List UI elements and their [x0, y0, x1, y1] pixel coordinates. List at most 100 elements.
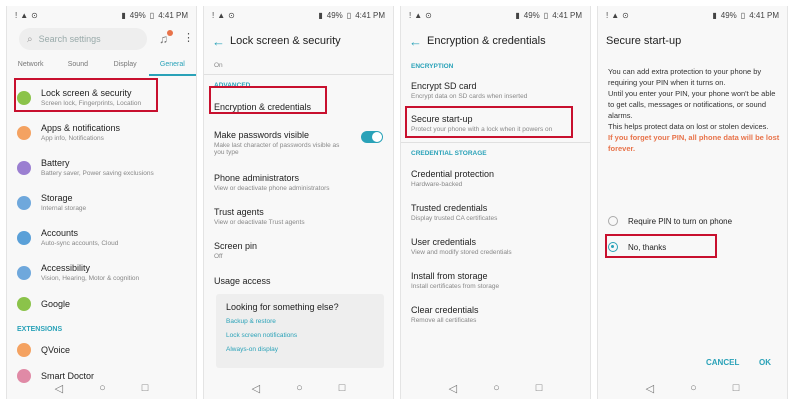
- item-subtitle: View or deactivate Trust agents: [214, 218, 305, 226]
- tab-sound[interactable]: Sound: [54, 58, 101, 76]
- lock-screen-security-screen: ! ▲ ⊙ ▮ 49% ▯ 4:41 PM ← Lock screen & se…: [203, 6, 394, 399]
- search-input[interactable]: ⌕ Search settings: [19, 28, 147, 50]
- cancel-button[interactable]: CANCEL: [706, 358, 739, 367]
- signal-icon: ▮: [712, 10, 717, 20]
- highlight-lock-screen: [14, 78, 158, 112]
- sync-icon: ⊙: [622, 10, 629, 20]
- apps-icon: [17, 125, 31, 140]
- radio-button[interactable]: [608, 216, 618, 226]
- settings-list: Lock screen & security Screen lock, Finge…: [7, 80, 196, 389]
- battery-level: 49%: [129, 10, 146, 20]
- item-title: Apps & notifications: [41, 123, 121, 133]
- nav-bar: ◁ ○ □: [598, 377, 787, 399]
- back-icon[interactable]: ◁: [449, 382, 457, 395]
- item-subtitle: Display trusted CA certificates: [411, 214, 498, 222]
- tab-network[interactable]: Network: [7, 58, 54, 76]
- tab-general[interactable]: General: [148, 58, 196, 76]
- item-subtitle: Vision, Hearing, Motor & cognition: [41, 275, 140, 282]
- item-subtitle: Auto-sync accounts, Cloud: [41, 240, 119, 247]
- back-icon[interactable]: ◁: [646, 382, 654, 395]
- alert-icon: !: [606, 10, 609, 20]
- warning-text: If you forget your PIN, all phone data w…: [608, 133, 780, 153]
- storage-icon: [17, 195, 31, 210]
- item-title: Usage access: [214, 276, 271, 286]
- home-icon[interactable]: ○: [493, 382, 500, 394]
- item-title: User credentials: [411, 236, 477, 247]
- trust-agents-item[interactable]: Trust agents View or deactivate Trust ag…: [204, 199, 393, 233]
- settings-item-storage[interactable]: Storage Internal storage: [7, 185, 196, 220]
- signal-icon: ▮: [318, 10, 323, 20]
- battery-level: 49%: [326, 10, 343, 20]
- home-icon[interactable]: ○: [99, 382, 106, 394]
- recents-icon[interactable]: □: [733, 382, 740, 394]
- item-title: Google: [41, 299, 71, 309]
- dialog-buttons: CANCEL OK: [598, 358, 787, 374]
- status-text: On: [214, 61, 223, 69]
- install-from-storage-item[interactable]: Install from storage Install certificate…: [401, 263, 590, 297]
- clear-credentials-item[interactable]: Clear credentials Remove all certificate…: [401, 297, 590, 331]
- user-credentials-item[interactable]: User credentials View and modify stored …: [401, 229, 590, 263]
- credential-protection-item[interactable]: Credential protection Hardware-backed: [401, 161, 590, 195]
- item-title: Accounts: [41, 228, 79, 238]
- back-icon[interactable]: ◁: [55, 382, 63, 395]
- warning-icon: ▲: [217, 10, 226, 20]
- passwords-visible-toggle[interactable]: [361, 131, 383, 143]
- tab-display[interactable]: Display: [102, 58, 149, 76]
- qvoice-icon: [17, 343, 31, 357]
- recents-icon[interactable]: □: [142, 382, 149, 394]
- screen-pin-item[interactable]: Screen pin Off: [204, 233, 393, 267]
- app-bar: Secure start-up: [598, 26, 787, 56]
- lock-screen-notifications-link[interactable]: Lock screen notifications: [226, 332, 374, 339]
- battery-icon: ▯: [740, 10, 746, 20]
- item-title: Trusted credentials: [411, 202, 488, 213]
- battery-level: 49%: [720, 10, 737, 20]
- clock: 4:41 PM: [355, 10, 385, 20]
- highlight-secure-startup: [405, 106, 573, 138]
- usage-access-item[interactable]: Usage access: [204, 267, 393, 295]
- card-heading: Looking for something else?: [226, 302, 339, 312]
- item-subtitle: Make last character of passwords visible…: [214, 142, 340, 156]
- warning-icon: ▲: [611, 10, 620, 20]
- settings-item-qvoice[interactable]: QVoice: [7, 337, 196, 363]
- credential-storage-header: CREDENTIAL STORAGE: [411, 150, 487, 157]
- item-title: Storage: [41, 193, 73, 203]
- back-arrow-icon[interactable]: ←: [409, 34, 422, 49]
- page-title: Secure start-up: [606, 35, 682, 47]
- ok-button[interactable]: OK: [759, 358, 771, 367]
- home-icon[interactable]: ○: [690, 382, 697, 394]
- encrypt-sd-card-item[interactable]: Encrypt SD card Encrypt data on SD cards…: [401, 74, 590, 106]
- recents-icon[interactable]: □: [339, 382, 346, 394]
- phone-administrators-item[interactable]: Phone administrators View or deactivate …: [204, 165, 393, 199]
- nav-bar: ◁ ○ □: [7, 377, 196, 399]
- settings-item-google[interactable]: Google: [7, 290, 196, 318]
- require-pin-option[interactable]: Require PIN to turn on phone: [608, 211, 783, 231]
- trusted-credentials-item[interactable]: Trusted credentials Display trusted CA c…: [401, 195, 590, 229]
- encryption-credentials-screen: ! ▲ ⊙ ▮ 49% ▯ 4:41 PM ← Encryption & cre…: [400, 6, 591, 399]
- page-title: Encryption & credentials: [427, 35, 546, 47]
- back-arrow-icon[interactable]: ←: [212, 34, 225, 49]
- accounts-icon: [17, 230, 31, 245]
- settings-item-accounts[interactable]: Accounts Auto-sync accounts, Cloud: [7, 220, 196, 255]
- more-options-icon[interactable]: ⋮: [183, 31, 194, 44]
- battery-level: 49%: [523, 10, 540, 20]
- recents-icon[interactable]: □: [536, 382, 543, 394]
- always-on-display-link[interactable]: Always-on display: [226, 346, 374, 353]
- backup-restore-link[interactable]: Backup & restore: [226, 318, 374, 325]
- settings-item-apps[interactable]: Apps & notifications App info, Notificati…: [7, 115, 196, 150]
- home-icon[interactable]: ○: [296, 382, 303, 394]
- settings-item-accessibility[interactable]: Accessibility Vision, Hearing, Motor & co…: [7, 255, 196, 290]
- make-passwords-visible-item[interactable]: Make passwords visible Make last charact…: [204, 121, 393, 165]
- back-icon[interactable]: ◁: [252, 382, 260, 395]
- highlight-encryption-credentials: [209, 86, 327, 114]
- secure-startup-screen: ! ▲ ⊙ ▮ 49% ▯ 4:41 PM Secure start-up Yo…: [597, 6, 788, 399]
- notification-badge: [167, 30, 173, 36]
- item-subtitle: Internal storage: [41, 205, 87, 212]
- clock: 4:41 PM: [749, 10, 779, 20]
- item-subtitle: App info, Notifications: [41, 135, 104, 142]
- settings-item-battery[interactable]: Battery Battery saver, Power saving exclu…: [7, 150, 196, 185]
- item-subtitle: Hardware-backed: [411, 180, 463, 188]
- status-bar: ! ▲ ⊙ ▮ 49% ▯ 4:41 PM: [401, 6, 590, 24]
- description-text-3: This helps protect data on lost or stole…: [608, 122, 769, 131]
- item-title: Install from storage: [411, 270, 488, 281]
- clock: 4:41 PM: [552, 10, 582, 20]
